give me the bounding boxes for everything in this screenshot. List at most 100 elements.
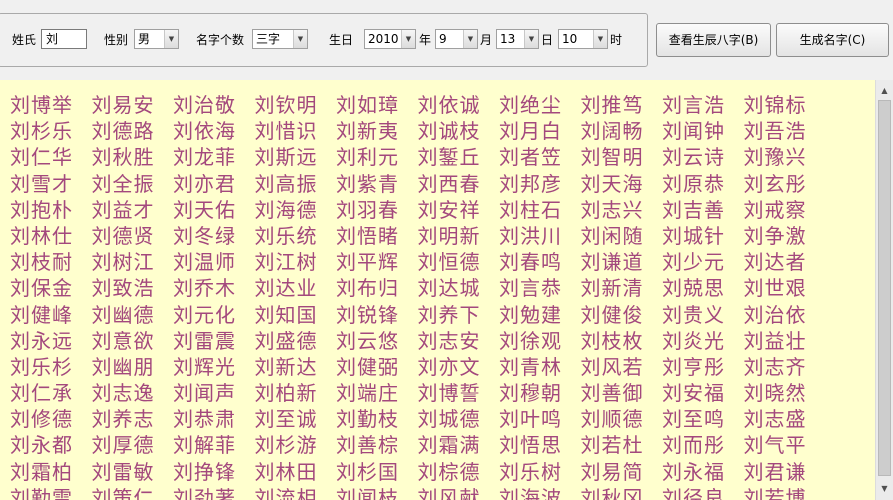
scroll-down-icon[interactable]: ▼	[876, 480, 893, 497]
name-item[interactable]: 刘达城	[418, 275, 500, 301]
name-item[interactable]: 刘闲随	[581, 223, 663, 249]
name-item[interactable]: 刘而彤	[662, 432, 744, 458]
name-item[interactable]: 刘益才	[92, 197, 174, 223]
name-item[interactable]: 刘益壮	[744, 328, 826, 354]
name-item[interactable]: 刘善棕	[336, 432, 418, 458]
name-item[interactable]: 刘锐锋	[336, 302, 418, 328]
name-item[interactable]: 刘天佑	[173, 197, 255, 223]
name-item[interactable]: 刘云诗	[662, 144, 744, 170]
name-item[interactable]: 刘羽春	[336, 197, 418, 223]
name-item[interactable]: 刘依诚	[418, 92, 500, 118]
name-item[interactable]: 刘明新	[418, 223, 500, 249]
name-item[interactable]: 刘修德	[10, 406, 92, 432]
name-item[interactable]: 刘安祥	[418, 197, 500, 223]
name-item[interactable]: 刘悟睹	[336, 223, 418, 249]
name-item[interactable]: 刘安福	[662, 380, 744, 406]
name-item[interactable]: 刘仁华	[10, 144, 92, 170]
name-item[interactable]: 刘叶鸣	[499, 406, 581, 432]
name-item[interactable]: 刘秋胜	[92, 144, 174, 170]
name-item[interactable]: 刘劲著	[173, 485, 255, 500]
chevron-down-icon[interactable]: ▼	[401, 30, 415, 48]
name-item[interactable]: 刘治敬	[173, 92, 255, 118]
name-item[interactable]: 刘树江	[92, 249, 174, 275]
name-item[interactable]: 刘辉光	[173, 354, 255, 380]
name-item[interactable]: 刘气平	[744, 432, 826, 458]
name-item[interactable]: 刘戒察	[744, 197, 826, 223]
name-item[interactable]: 刘江树	[255, 249, 337, 275]
name-item[interactable]: 刘世艰	[744, 275, 826, 301]
name-item[interactable]: 刘亦君	[173, 171, 255, 197]
name-item[interactable]: 刘推笃	[581, 92, 663, 118]
name-item[interactable]: 刘阔畅	[581, 118, 663, 144]
name-item[interactable]: 刘永福	[662, 459, 744, 485]
name-item[interactable]: 刘利元	[336, 144, 418, 170]
name-item[interactable]: 刘致浩	[92, 275, 174, 301]
month-select[interactable]: 9 ▼	[435, 29, 478, 49]
name-item[interactable]: 刘风若	[581, 354, 663, 380]
name-item[interactable]: 刘志齐	[744, 354, 826, 380]
name-item[interactable]: 刘乐杉	[10, 354, 92, 380]
name-item[interactable]: 刘幽朋	[92, 354, 174, 380]
name-item[interactable]: 刘易安	[92, 92, 174, 118]
name-item[interactable]: 刘海德	[255, 197, 337, 223]
name-item[interactable]: 刘博举	[10, 92, 92, 118]
name-item[interactable]: 刘青林	[499, 354, 581, 380]
name-item[interactable]: 刘勤枝	[336, 406, 418, 432]
name-item[interactable]: 刘锦标	[744, 92, 826, 118]
vertical-scrollbar[interactable]: ▲ ▼	[875, 80, 893, 500]
name-item[interactable]: 刘厚德	[92, 432, 174, 458]
name-item[interactable]: 刘健弼	[336, 354, 418, 380]
chevron-down-icon[interactable]: ▼	[293, 30, 307, 48]
name-item[interactable]: 刘乔木	[173, 275, 255, 301]
name-item[interactable]: 刘闻枝	[336, 485, 418, 500]
name-item[interactable]: 刘依海	[173, 118, 255, 144]
name-item[interactable]: 刘若博	[744, 485, 826, 500]
name-item[interactable]: 刘善御	[581, 380, 663, 406]
name-item[interactable]: 刘元化	[173, 302, 255, 328]
name-item[interactable]: 刘高振	[255, 171, 337, 197]
name-item[interactable]: 刘城针	[662, 223, 744, 249]
name-item[interactable]: 刘德贤	[92, 223, 174, 249]
name-item[interactable]: 刘治依	[744, 302, 826, 328]
name-item[interactable]: 刘全振	[92, 171, 174, 197]
name-item[interactable]: 刘智明	[581, 144, 663, 170]
chevron-down-icon[interactable]: ▼	[463, 30, 477, 48]
name-item[interactable]: 刘德路	[92, 118, 174, 144]
name-item[interactable]: 刘海波	[499, 485, 581, 500]
name-item[interactable]: 刘言浩	[662, 92, 744, 118]
name-item[interactable]: 刘錾丘	[418, 144, 500, 170]
name-item[interactable]: 刘达者	[744, 249, 826, 275]
name-item[interactable]: 刘健俊	[581, 302, 663, 328]
name-item[interactable]: 刘天海	[581, 171, 663, 197]
name-item[interactable]: 刘林仕	[10, 223, 92, 249]
name-item[interactable]: 刘闻声	[173, 380, 255, 406]
name-item[interactable]: 刘志逸	[92, 380, 174, 406]
name-item[interactable]: 刘健峰	[10, 302, 92, 328]
name-item[interactable]: 刘谦道	[581, 249, 663, 275]
name-item[interactable]: 刘杉游	[255, 432, 337, 458]
name-item[interactable]: 刘柱石	[499, 197, 581, 223]
name-item[interactable]: 刘策仁	[92, 485, 174, 500]
chevron-down-icon[interactable]: ▼	[593, 30, 607, 48]
name-item[interactable]: 刘斯远	[255, 144, 337, 170]
name-item[interactable]: 刘新清	[581, 275, 663, 301]
name-item[interactable]: 刘穆朝	[499, 380, 581, 406]
name-item[interactable]: 刘者笠	[499, 144, 581, 170]
name-item[interactable]: 刘布归	[336, 275, 418, 301]
name-item[interactable]: 刘顺德	[581, 406, 663, 432]
name-item[interactable]: 刘原恭	[662, 171, 744, 197]
name-item[interactable]: 刘养下	[418, 302, 500, 328]
name-item[interactable]: 刘恭肃	[173, 406, 255, 432]
name-item[interactable]: 刘闻钟	[662, 118, 744, 144]
name-item[interactable]: 刘杉国	[336, 459, 418, 485]
name-item[interactable]: 刘新夷	[336, 118, 418, 144]
name-item[interactable]: 刘枝耐	[10, 249, 92, 275]
name-item[interactable]: 刘勤雷	[10, 485, 92, 500]
name-item[interactable]: 刘志盛	[744, 406, 826, 432]
name-item[interactable]: 刘亨彤	[662, 354, 744, 380]
name-item[interactable]: 刘春鸣	[499, 249, 581, 275]
name-item[interactable]: 刘永都	[10, 432, 92, 458]
name-item[interactable]: 刘雪才	[10, 171, 92, 197]
name-item[interactable]: 刘挣锋	[173, 459, 255, 485]
name-item[interactable]: 刘西春	[418, 171, 500, 197]
